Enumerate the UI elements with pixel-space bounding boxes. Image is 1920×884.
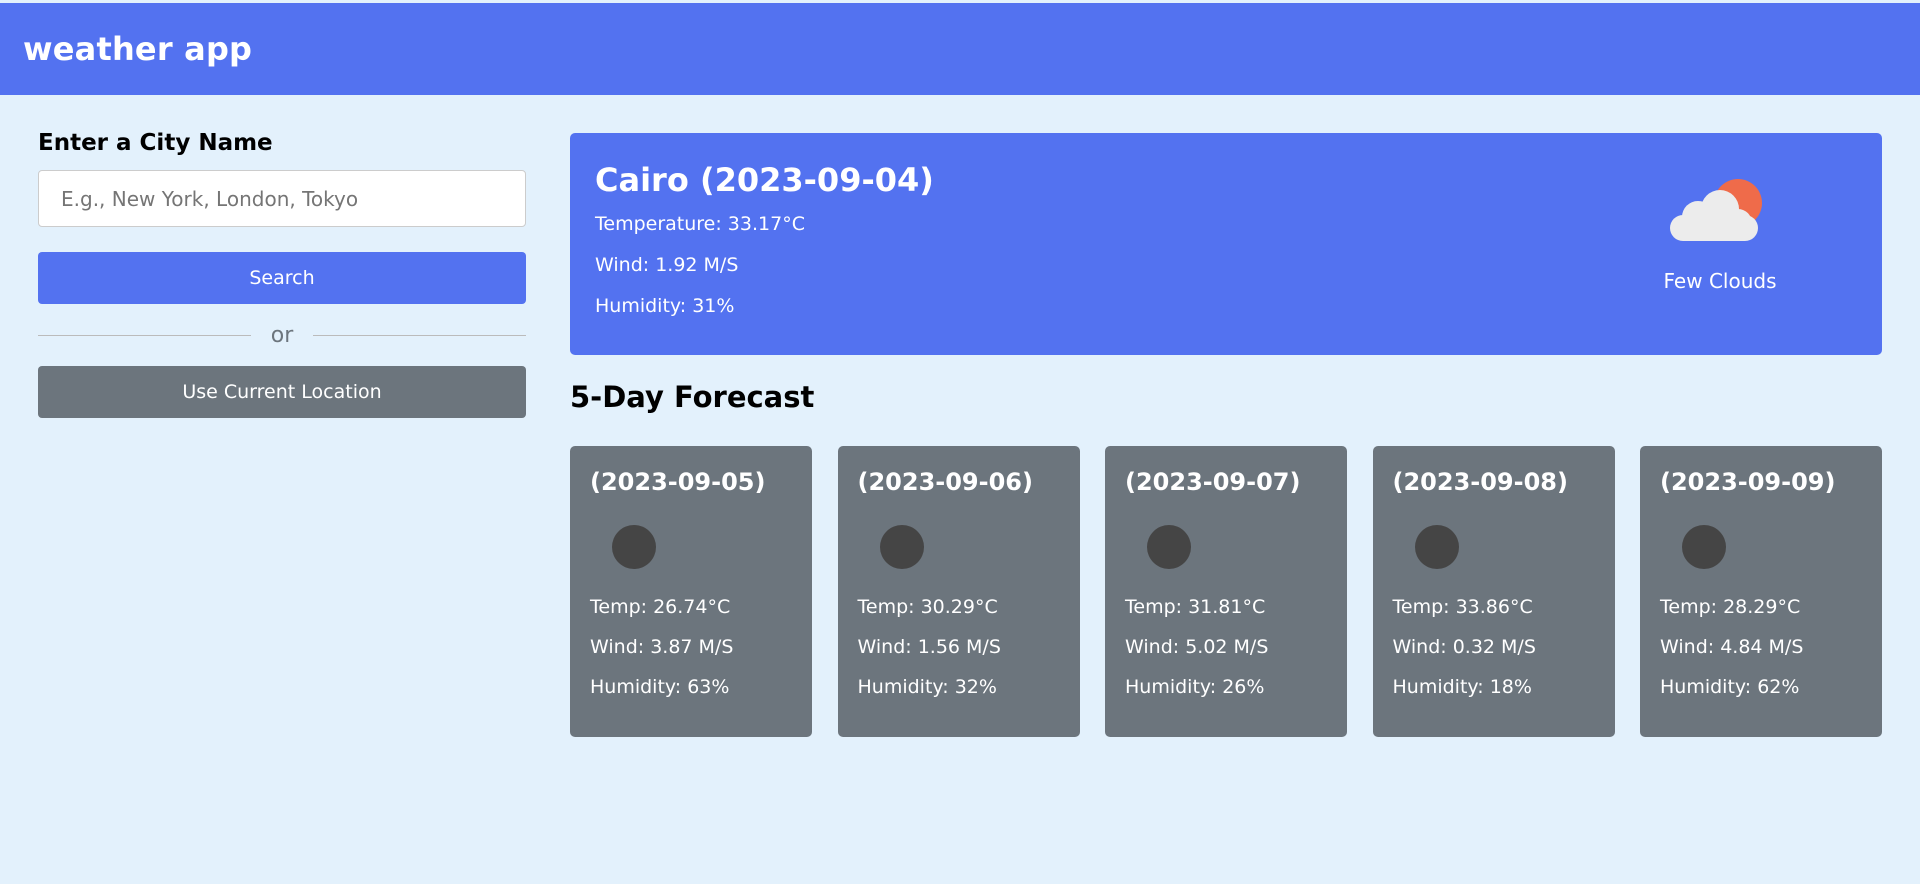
forecast-wind: Wind: 5.02 M/S — [1125, 636, 1269, 658]
weather-icon — [1682, 525, 1726, 569]
forecast-temp: Temp: 31.81°C — [1125, 596, 1266, 618]
forecast-cards: (2023-09-05) Temp: 26.74°C Wind: 3.87 M/… — [570, 446, 1882, 737]
forecast-date: (2023-09-07) — [1125, 468, 1301, 496]
forecast-temp: Temp: 28.29°C — [1660, 596, 1801, 618]
few-clouds-icon — [1670, 179, 1762, 241]
weather-icon — [1414, 525, 1459, 569]
current-condition-text: Few Clouds — [1663, 269, 1777, 293]
forecast-humidity: Humidity: 63% — [590, 676, 730, 698]
forecast-date: (2023-09-09) — [1660, 468, 1836, 496]
use-current-location-button[interactable]: Use Current Location — [38, 366, 526, 418]
forecast-date: (2023-09-08) — [1392, 468, 1568, 496]
weather-icon — [1147, 525, 1191, 569]
current-humidity: Humidity: 31% — [595, 295, 735, 317]
app-title: weather app — [23, 30, 253, 68]
forecast-card: (2023-09-05) Temp: 26.74°C Wind: 3.87 M/… — [570, 446, 812, 737]
weather-icon — [879, 525, 924, 569]
weather-icon — [612, 525, 656, 569]
app-container: weather app Enter a City Name Search or … — [0, 0, 1920, 884]
current-condition: Few Clouds — [1664, 175, 1777, 293]
forecast-title: 5-Day Forecast — [570, 380, 815, 414]
forecast-humidity: Humidity: 26% — [1125, 676, 1265, 698]
city-search-input[interactable] — [38, 170, 526, 227]
forecast-card: (2023-09-08) Temp: 33.86°C Wind: 0.32 M/… — [1372, 446, 1615, 737]
divider-line-left — [38, 334, 251, 336]
forecast-humidity: Humidity: 18% — [1392, 676, 1532, 698]
or-divider: or — [38, 304, 527, 366]
forecast-card: (2023-09-07) Temp: 31.81°C Wind: 5.02 M/… — [1105, 446, 1347, 737]
forecast-card: (2023-09-06) Temp: 30.29°C Wind: 1.56 M/… — [837, 446, 1080, 737]
forecast-card: (2023-09-09) Temp: 28.29°C Wind: 4.84 M/… — [1640, 446, 1882, 737]
forecast-wind: Wind: 1.56 M/S — [857, 636, 1001, 658]
current-weather-card: Cairo (2023-09-04) Temperature: 33.17°C … — [570, 133, 1882, 355]
forecast-temp: Temp: 26.74°C — [590, 596, 731, 618]
divider-line-right — [313, 334, 527, 336]
forecast-temp: Temp: 33.86°C — [1392, 596, 1533, 618]
forecast-humidity: Humidity: 32% — [857, 676, 997, 698]
city-input-label: Enter a City Name — [38, 130, 273, 156]
forecast-temp: Temp: 30.29°C — [857, 596, 998, 618]
top-bar: weather app — [0, 3, 1920, 95]
forecast-wind: Wind: 0.32 M/S — [1392, 636, 1536, 658]
forecast-wind: Wind: 3.87 M/S — [590, 636, 734, 658]
forecast-humidity: Humidity: 62% — [1660, 676, 1800, 698]
forecast-date: (2023-09-06) — [857, 468, 1033, 496]
forecast-date: (2023-09-05) — [590, 468, 766, 496]
divider-text: or — [270, 322, 294, 348]
search-button[interactable]: Search — [38, 252, 526, 304]
search-panel: Enter a City Name Search or Use Current … — [38, 130, 527, 418]
forecast-wind: Wind: 4.84 M/S — [1660, 636, 1804, 658]
